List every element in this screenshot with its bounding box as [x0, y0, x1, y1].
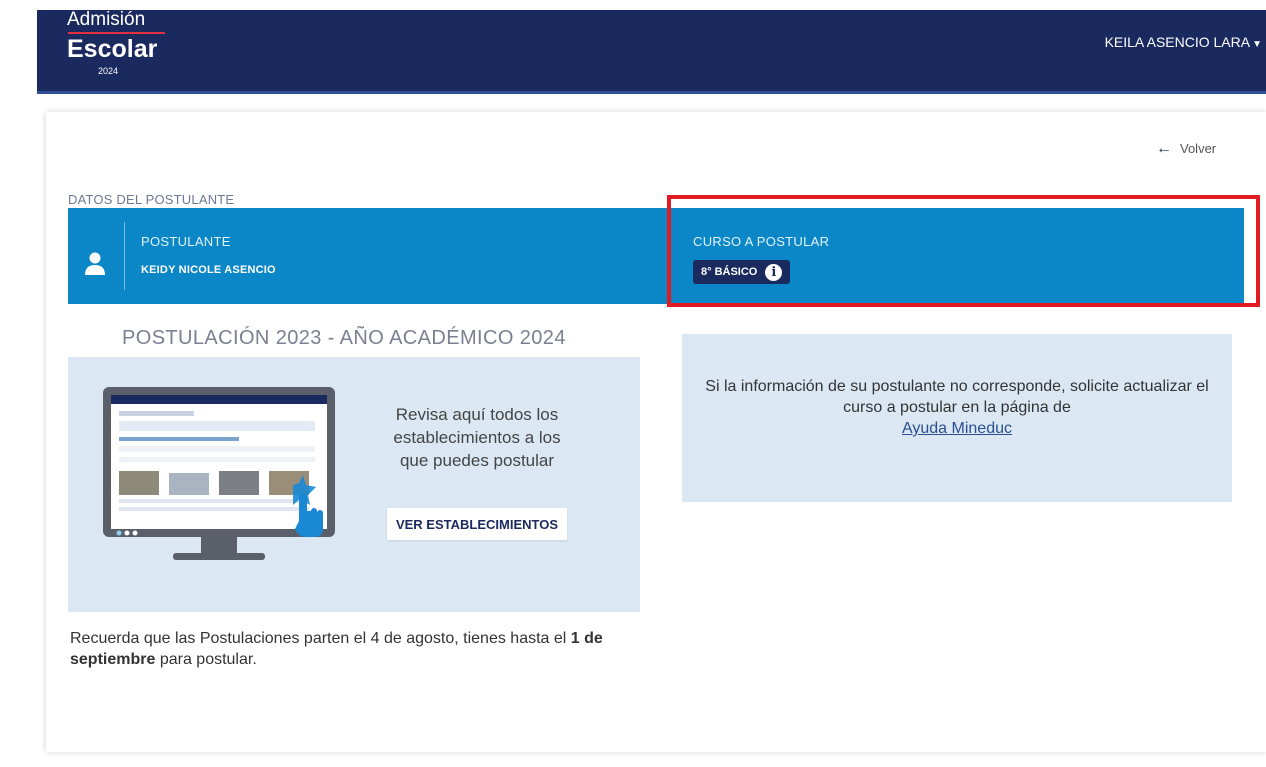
navbar-accent-line	[37, 91, 1266, 94]
band-divider	[124, 222, 125, 290]
info-message: Si la información de su postulante no co…	[705, 378, 1209, 416]
user-menu-dropdown[interactable]: KEILA ASENCIO LARA ▼	[1105, 34, 1262, 50]
postulacion-title: POSTULACIÓN 2023 - AÑO ACADÉMICO 2024	[122, 327, 566, 349]
monitor-illustration	[103, 387, 335, 560]
logo-line1: Admisión	[67, 9, 146, 30]
arrow-left-icon: ←	[1156, 140, 1172, 157]
reminder-part1: Recuerda que las Postulaciones parten el…	[70, 630, 571, 647]
info-box: Si la información de su postulante no co…	[682, 334, 1232, 502]
logo-red-underline	[68, 32, 165, 34]
caret-down-icon: ▼	[1252, 39, 1262, 50]
curso-highlight-annotation	[667, 195, 1260, 307]
ver-establecimientos-button[interactable]: VER ESTABLECIMIENTOS	[387, 508, 567, 540]
promo-box: Revisa aquí todos los establecimientos a…	[68, 357, 640, 612]
back-label: Volver	[1180, 141, 1217, 156]
postulante-label: POSTULANTE	[141, 234, 231, 249]
user-name: KEILA ASENCIO LARA	[1104, 34, 1251, 50]
info-text: Si la información de su postulante no co…	[702, 376, 1212, 439]
section-label-datos-postulante: DATOS DEL POSTULANTE	[68, 192, 235, 207]
top-navbar: Admisión Escolar 2024 KEILA ASENCIO LARA…	[37, 10, 1266, 94]
back-link[interactable]: ← Volver	[1156, 140, 1216, 158]
postulante-name: KEIDY NICOLE ASENCIO	[141, 264, 276, 276]
reminder-part2: para postular.	[155, 651, 257, 668]
user-icon	[85, 252, 105, 275]
logo-line2: Escolar	[67, 35, 158, 63]
ayuda-mineduc-link[interactable]: Ayuda Mineduc	[902, 420, 1012, 437]
logo-year: 2024	[98, 66, 119, 76]
promo-text: Revisa aquí todos los establecimientos a…	[393, 405, 561, 470]
reminder-text: Recuerda que las Postulaciones parten el…	[70, 628, 650, 670]
